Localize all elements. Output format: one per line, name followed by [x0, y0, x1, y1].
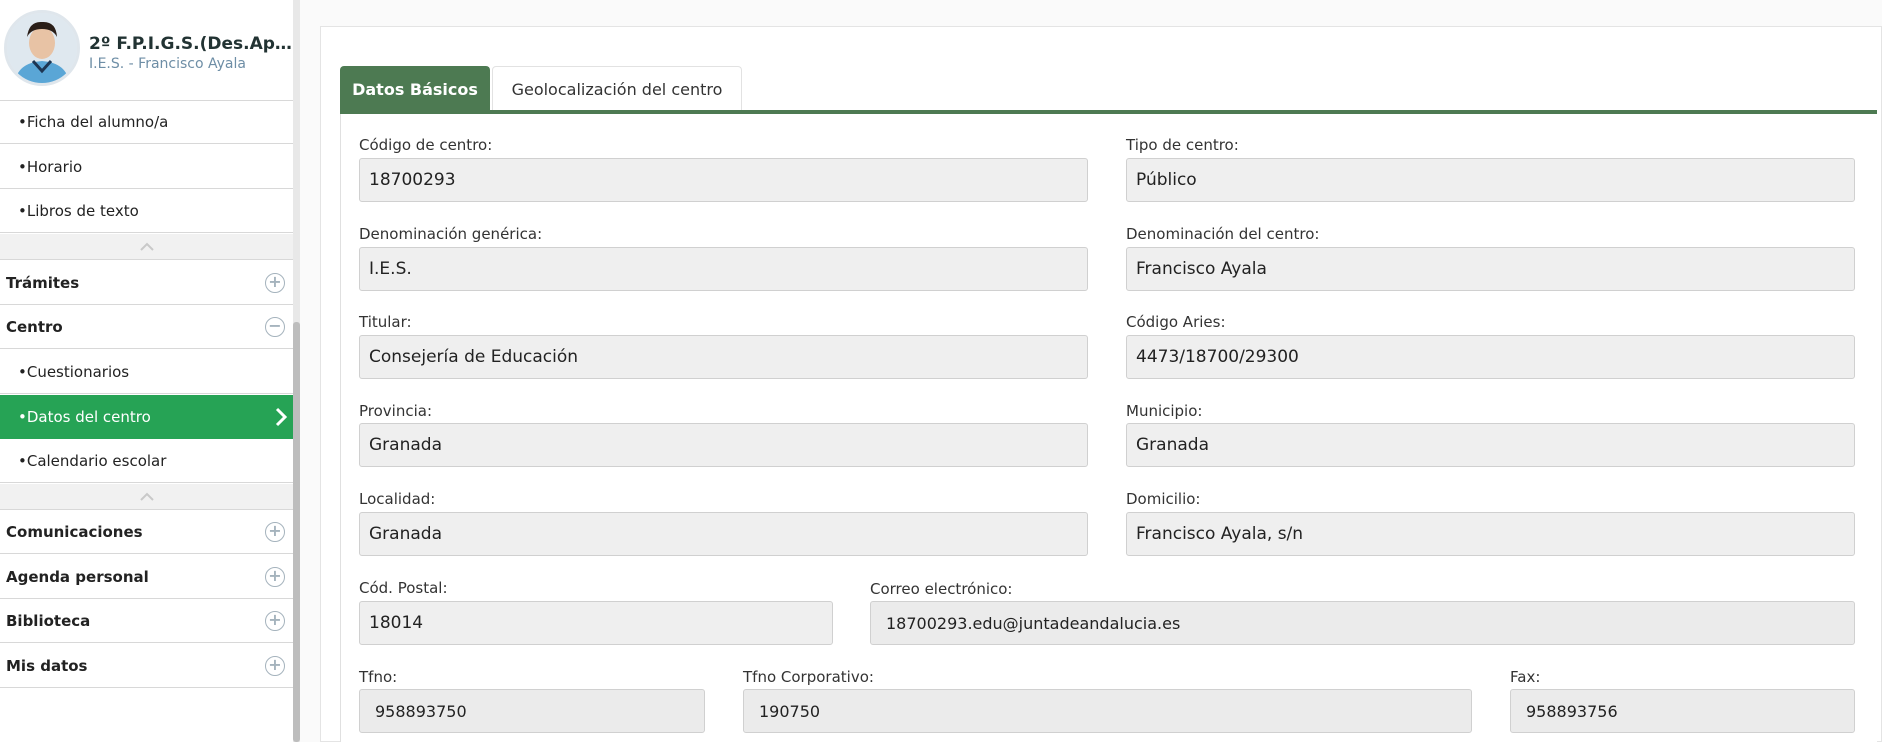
titular-field[interactable]: Consejería de Educación [359, 335, 1088, 379]
sidebar-item-label: •Ficha del alumno/a [18, 113, 169, 131]
sidebar-item-datos-centro[interactable]: •Datos del centro [0, 395, 293, 439]
sidebar-section-tramites[interactable]: Trámites + [0, 261, 293, 305]
profile-school-name: I.E.S. - Francisco Ayala [89, 56, 246, 72]
sidebar-item-libros-texto[interactable]: •Libros de texto [0, 189, 293, 233]
profile-course-title: 2º F.P.I.G.S.(Des.Aplic.Multiplataforma) [89, 34, 293, 54]
correo-electronico-label: Correo electrónico: [870, 580, 1013, 598]
denominacion-centro-label: Denominación del centro: [1126, 225, 1320, 243]
codigo-centro-label: Código de centro: [359, 136, 493, 154]
codigo-centro-field[interactable]: 18700293 [359, 158, 1088, 202]
sidebar-item-ficha-alumno[interactable]: •Ficha del alumno/a [0, 100, 293, 144]
titular-label: Titular: [359, 313, 412, 331]
collapse-alumno-section[interactable] [0, 234, 293, 260]
localidad-field[interactable]: Granada [359, 512, 1088, 556]
expand-plus-icon[interactable]: + [265, 567, 285, 587]
tfno-field[interactable]: 958893750 [359, 689, 705, 733]
cod-postal-label: Cód. Postal: [359, 579, 448, 597]
denominacion-generica-field[interactable]: I.E.S. [359, 247, 1088, 291]
sidebar-item-label: •Calendario escolar [18, 451, 167, 470]
tipo-centro-label: Tipo de centro: [1126, 136, 1239, 154]
localidad-label: Localidad: [359, 490, 436, 508]
collapse-minus-icon[interactable]: − [265, 317, 285, 337]
chevron-right-icon [275, 407, 288, 427]
tipo-centro-field[interactable]: Público [1126, 158, 1855, 202]
denominacion-generica-label: Denominación genérica: [359, 225, 543, 243]
sidebar-item-label: Biblioteca [6, 611, 91, 630]
sidebar-item-label: Centro [6, 317, 63, 336]
sidebar-section-comunicaciones[interactable]: Comunicaciones + [0, 510, 293, 554]
fax-field[interactable]: 958893756 [1510, 689, 1855, 733]
sidebar-item-cuestionarios[interactable]: •Cuestionarios [0, 350, 293, 394]
sidebar-item-label: Agenda personal [6, 567, 149, 586]
tab-bar: Datos Básicos Geolocalización del centro [340, 66, 742, 112]
sidebar-item-label: Mis datos [6, 656, 88, 675]
sidebar-section-mis-datos[interactable]: Mis datos + [0, 644, 293, 688]
avatar[interactable] [4, 10, 80, 86]
collapse-centro-section[interactable] [0, 484, 293, 510]
sidebar-item-label: •Horario [18, 157, 83, 176]
expand-plus-icon[interactable]: + [265, 656, 285, 676]
chevron-up-icon [139, 492, 154, 501]
sidebar-item-calendario-escolar[interactable]: •Calendario escolar [0, 439, 293, 483]
codigo-aries-label: Código Aries: [1126, 313, 1226, 331]
sidebar-item-label: Comunicaciones [6, 522, 143, 541]
municipio-field[interactable]: Granada [1126, 423, 1855, 467]
sidebar-item-horario[interactable]: •Horario [0, 145, 293, 189]
sidebar-section-agenda-personal[interactable]: Agenda personal + [0, 555, 293, 599]
datos-basicos-panel: Código de centro: 18700293 Tipo de centr… [340, 114, 1877, 742]
sidebar-item-label: Trámites [6, 273, 80, 292]
tab-geolocalizacion[interactable]: Geolocalización del centro [492, 66, 742, 111]
sidebar-section-centro[interactable]: Centro − [0, 305, 293, 349]
expand-plus-icon[interactable]: + [265, 273, 285, 293]
tfno-corporativo-label: Tfno Corporativo: [743, 668, 874, 686]
expand-plus-icon[interactable]: + [265, 522, 285, 542]
chevron-up-icon [139, 242, 154, 251]
sidebar-section-biblioteca[interactable]: Biblioteca + [0, 599, 293, 643]
expand-plus-icon[interactable]: + [265, 611, 285, 631]
sidebar-scrollbar-thumb[interactable] [293, 322, 300, 742]
tab-datos-basicos[interactable]: Datos Básicos [340, 66, 490, 111]
sidebar-item-label: •Libros de texto [18, 201, 139, 220]
domicilio-label: Domicilio: [1126, 490, 1201, 508]
provincia-field[interactable]: Granada [359, 423, 1088, 467]
denominacion-centro-field[interactable]: Francisco Ayala [1126, 247, 1855, 291]
codigo-aries-field[interactable]: 4473/18700/29300 [1126, 335, 1855, 379]
tfno-corporativo-field[interactable]: 190750 [743, 689, 1472, 733]
correo-electronico-field[interactable]: 18700293.edu@juntadeandalucia.es [870, 601, 1855, 645]
main-content: Datos Básicos Geolocalización del centro… [300, 0, 1882, 742]
municipio-label: Municipio: [1126, 402, 1203, 420]
fax-label: Fax: [1510, 668, 1541, 686]
tfno-label: Tfno: [359, 668, 398, 686]
user-profile: 2º F.P.I.G.S.(Des.Aplic.Multiplataforma)… [0, 0, 293, 98]
sidebar: 2º F.P.I.G.S.(Des.Aplic.Multiplataforma)… [0, 0, 293, 742]
sidebar-item-label: •Cuestionarios [18, 362, 130, 381]
domicilio-field[interactable]: Francisco Ayala, s/n [1126, 512, 1855, 556]
sidebar-item-label: •Datos del centro [18, 407, 151, 426]
provincia-label: Provincia: [359, 402, 433, 420]
cod-postal-field[interactable]: 18014 [359, 601, 833, 645]
